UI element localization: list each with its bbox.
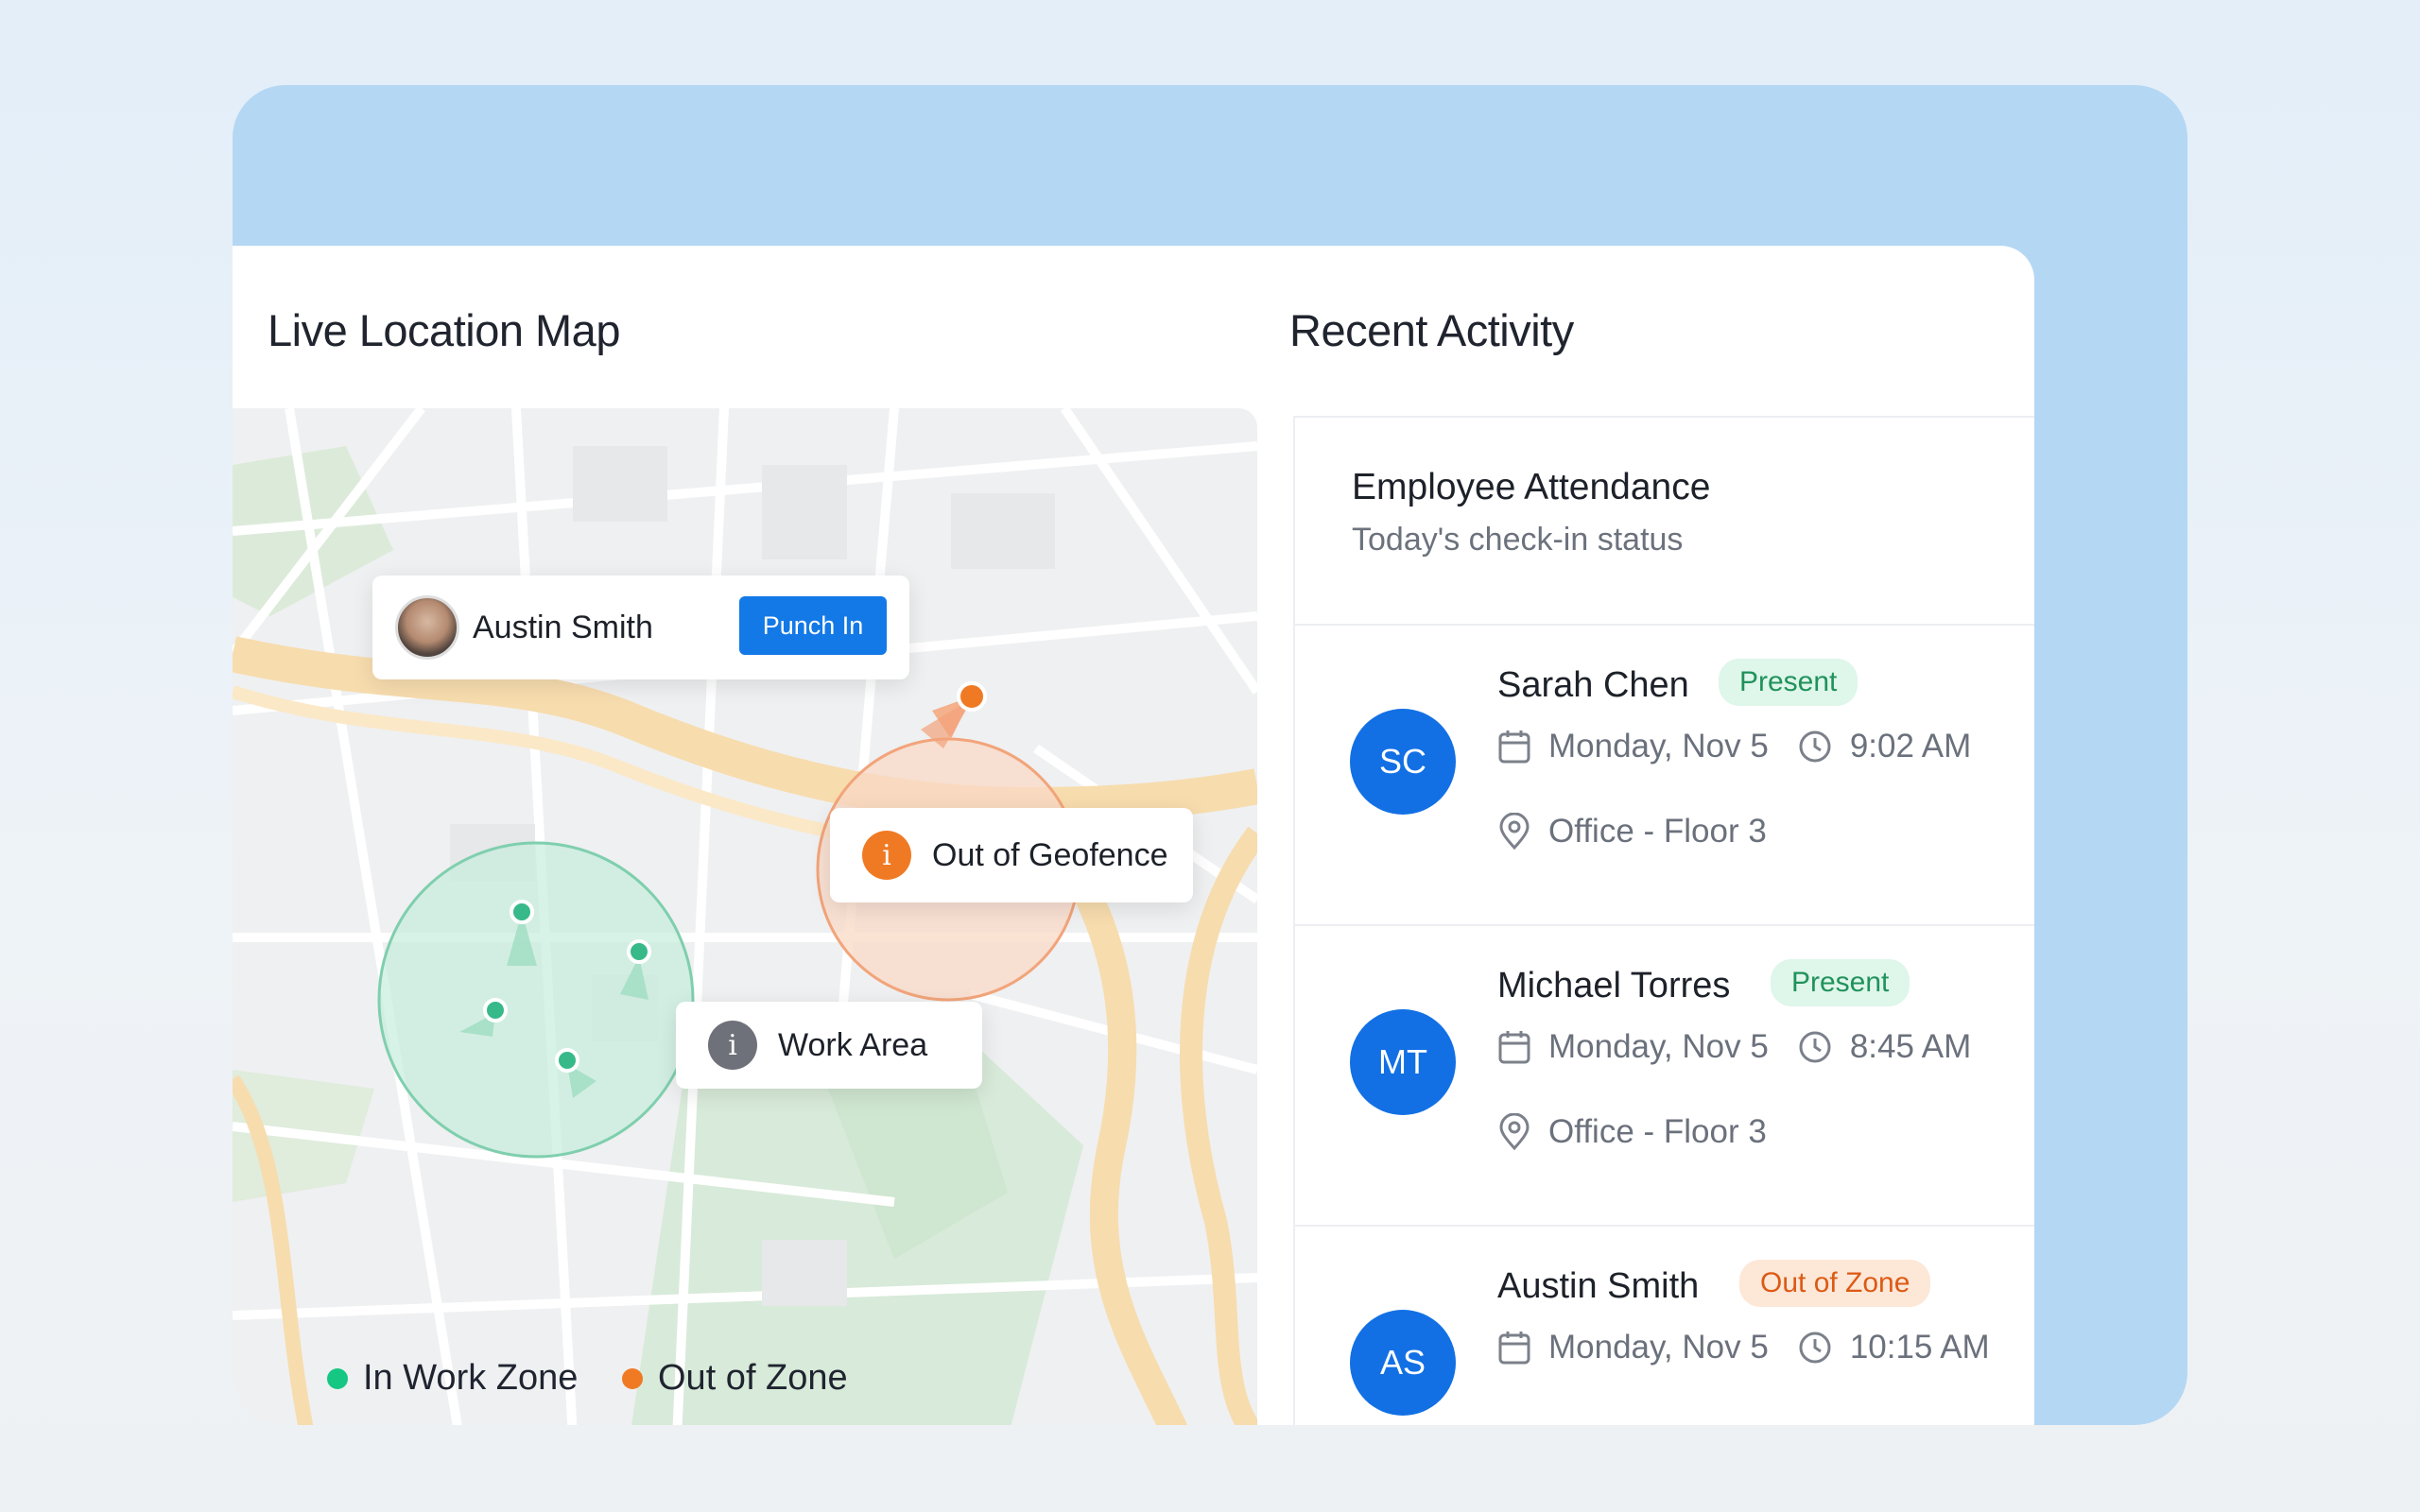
checkin-meta: Monday, Nov 5 9:02 AM xyxy=(1497,728,1971,765)
geofence-alert-label: Out of Geofence xyxy=(932,836,1168,873)
status-badge: Present xyxy=(1771,959,1910,1006)
live-location-map[interactable]: Austin Smith Punch In i Out of Geofence … xyxy=(233,408,1257,1425)
calendar-icon xyxy=(1498,1332,1530,1365)
avatar: AS xyxy=(1350,1310,1456,1416)
checkin-location: Office - Floor 3 xyxy=(1497,813,1767,850)
location-label: Office - Floor 3 xyxy=(1548,813,1767,850)
orange-dot-icon xyxy=(622,1367,643,1389)
status-badge: Present xyxy=(1719,659,1858,706)
green-dot-icon xyxy=(327,1367,348,1389)
info-icon: i xyxy=(708,1021,757,1070)
attendance-card-header: Employee Attendance Today's check-in sta… xyxy=(1295,416,2034,626)
checkin-time: 8:45 AM xyxy=(1849,1028,1972,1065)
checkin-time: 10:15 AM xyxy=(1849,1329,1990,1366)
geofence-alert-chip[interactable]: i Out of Geofence xyxy=(830,808,1193,902)
activity-section-title: Recent Activity xyxy=(1289,305,1574,355)
location-pin-icon xyxy=(1499,813,1530,850)
avatar: SC xyxy=(1350,709,1456,815)
card-subtitle: Today's check-in status xyxy=(1352,522,1684,558)
dashboard-panel: Live Location Map Recent Activity Austin… xyxy=(233,246,2034,1425)
attendance-row[interactable]: AS Austin Smith Out of Zone Monday, Nov … xyxy=(1295,1227,2034,1425)
avatar: MT xyxy=(1350,1009,1456,1115)
calendar-icon xyxy=(1498,730,1530,764)
location-label: Office - Floor 3 xyxy=(1548,1113,1767,1150)
checkin-meta: Monday, Nov 5 8:45 AM xyxy=(1497,1028,1971,1066)
employee-name: Michael Torres xyxy=(1497,966,1731,1005)
clock-icon xyxy=(1799,1031,1831,1063)
employee-avatar xyxy=(395,595,459,660)
status-badge: Out of Zone xyxy=(1739,1260,1931,1307)
checkin-location: Office - Floor 3 xyxy=(1497,1113,1767,1151)
clock-icon xyxy=(1799,730,1831,763)
recent-activity-list: Employee Attendance Today's check-in sta… xyxy=(1293,416,2034,1425)
info-icon: i xyxy=(862,831,911,880)
employee-name: Sarah Chen xyxy=(1497,665,1689,705)
card-title: Employee Attendance xyxy=(1352,467,1711,507)
checkin-date: Monday, Nov 5 xyxy=(1548,1028,1769,1065)
employee-name: Austin Smith xyxy=(1497,1266,1700,1306)
checkin-date: Monday, Nov 5 xyxy=(1548,1329,1769,1366)
work-area-chip[interactable]: i Work Area xyxy=(676,1002,982,1089)
legend-item-out-zone: Out of Zone xyxy=(622,1358,848,1399)
map-section-title: Live Location Map xyxy=(268,305,620,355)
dashboard-frame: Live Location Map Recent Activity Austin… xyxy=(233,85,2187,1425)
map-base xyxy=(233,408,1257,1425)
checkin-date: Monday, Nov 5 xyxy=(1548,728,1769,765)
legend-label: Out of Zone xyxy=(658,1358,848,1398)
employee-location-chip[interactable]: Austin Smith Punch In xyxy=(372,576,909,679)
location-pin-icon xyxy=(1499,1113,1530,1151)
clock-icon xyxy=(1799,1332,1831,1364)
checkin-meta: Monday, Nov 5 10:15 AM xyxy=(1497,1329,1990,1366)
punch-in-button[interactable]: Punch In xyxy=(739,596,887,655)
work-area-label: Work Area xyxy=(778,1026,928,1063)
employee-name: Austin Smith xyxy=(473,609,653,645)
attendance-row[interactable]: SC Sarah Chen Present Monday, Nov 5 9:02… xyxy=(1295,626,2034,926)
legend-label: In Work Zone xyxy=(363,1358,579,1398)
calendar-icon xyxy=(1498,1031,1530,1064)
checkin-time: 9:02 AM xyxy=(1849,728,1972,765)
legend-item-in-zone: In Work Zone xyxy=(327,1358,578,1399)
attendance-row[interactable]: MT Michael Torres Present Monday, Nov 5 … xyxy=(1295,926,2034,1227)
